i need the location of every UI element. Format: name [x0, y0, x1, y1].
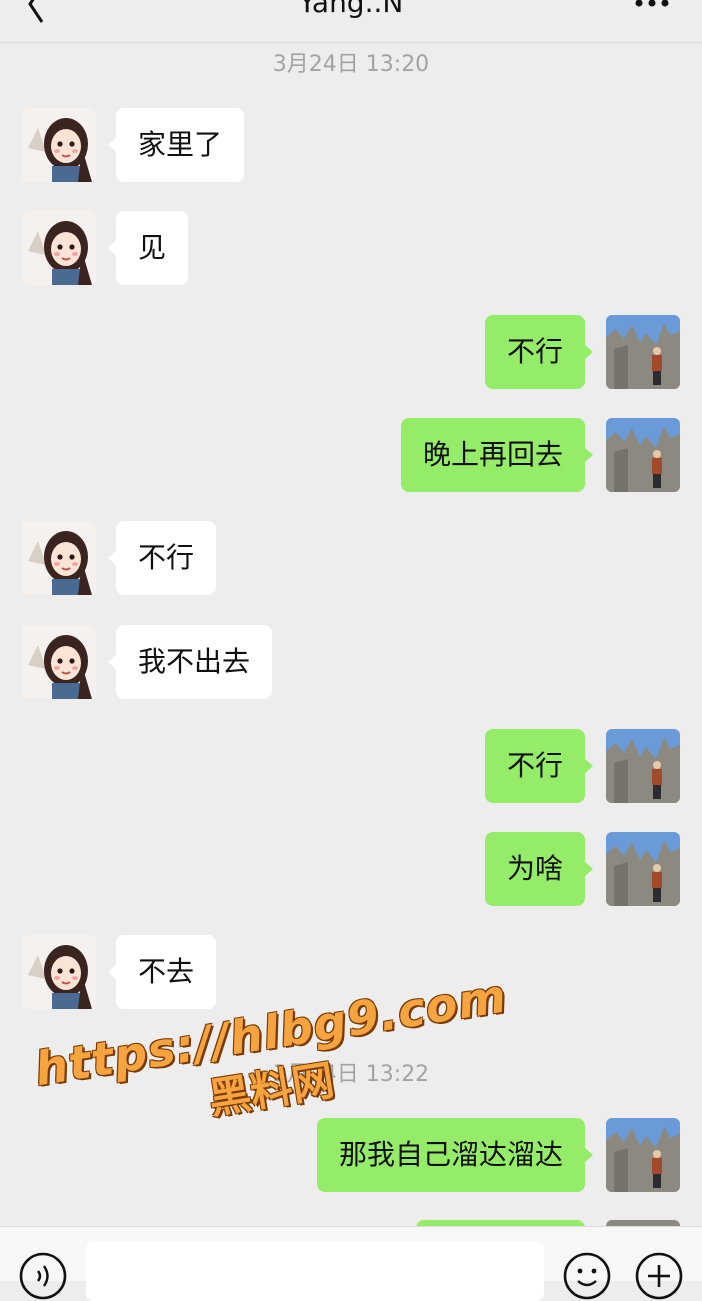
contact-avatar[interactable] — [22, 108, 96, 182]
my-avatar[interactable] — [606, 729, 680, 803]
message-bubble-outgoing[interactable]: 为啥 — [484, 832, 594, 906]
contact-avatar[interactable] — [22, 625, 96, 699]
chat-title: Yang..N — [298, 0, 404, 19]
contact-avatar[interactable] — [22, 935, 96, 1009]
plus-icon[interactable] — [634, 1251, 684, 1301]
message-bubble-outgoing[interactable]: 不行 — [484, 315, 594, 389]
input-bar — [0, 1226, 702, 1301]
voice-icon[interactable] — [18, 1251, 68, 1301]
message-bubble-outgoing[interactable]: 晚上再回去 — [400, 418, 594, 492]
timestamp: 3月24日 13:20 — [272, 52, 430, 77]
message-bubble-incoming[interactable]: 我不出去 — [107, 625, 273, 699]
my-avatar[interactable] — [606, 832, 680, 906]
message-bubble-incoming[interactable]: 不去 — [107, 935, 217, 1009]
message-bubble-incoming[interactable]: 不行 — [107, 521, 217, 595]
contact-avatar[interactable] — [22, 521, 96, 595]
emoji-icon[interactable] — [562, 1251, 612, 1301]
message-bubble-incoming[interactable]: 家里了 — [107, 108, 245, 182]
chat-header: Yang..N — [0, 0, 702, 43]
contact-avatar[interactable] — [22, 211, 96, 285]
message-input[interactable] — [86, 1241, 544, 1301]
message-bubble-outgoing[interactable]: 不行 — [484, 729, 594, 803]
message-bubble-incoming[interactable]: 见 — [107, 211, 189, 285]
more-dots-icon[interactable] — [634, 0, 670, 14]
my-avatar[interactable] — [606, 1118, 680, 1192]
my-avatar[interactable] — [606, 315, 680, 389]
my-avatar[interactable] — [606, 418, 680, 492]
